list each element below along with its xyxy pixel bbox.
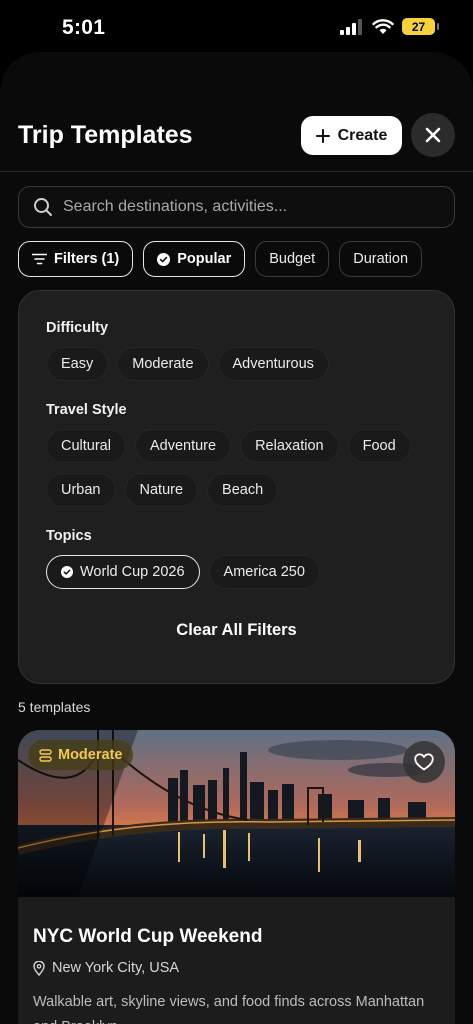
- header-divider: [0, 171, 473, 172]
- style-option-food[interactable]: Food: [347, 429, 411, 463]
- style-option-urban[interactable]: Urban: [46, 473, 116, 507]
- check-circle-icon: [61, 566, 73, 578]
- style-option-relaxation[interactable]: Relaxation: [240, 429, 339, 463]
- style-option-adventure[interactable]: Adventure: [134, 429, 232, 463]
- plus-icon: [315, 128, 330, 143]
- style-option-nature[interactable]: Nature: [124, 473, 199, 507]
- topic-option-world-cup-label: World Cup 2026: [80, 564, 185, 580]
- wifi-icon: [372, 18, 394, 34]
- card-location: New York City, USA: [33, 960, 179, 976]
- travel-style-label: Travel Style: [46, 402, 127, 418]
- card-image: Moderate: [18, 730, 455, 897]
- difficulty-label: Difficulty: [46, 320, 109, 336]
- card-description: Walkable art, skyline views, and food fi…: [33, 994, 425, 1024]
- topics-options: World Cup 2026 America 250: [46, 555, 320, 589]
- card-title: NYC World Cup Weekend: [33, 926, 263, 947]
- duration-chip[interactable]: Duration: [339, 241, 423, 277]
- topic-option-world-cup[interactable]: World Cup 2026: [46, 555, 200, 589]
- filters-chip-label: Filters (1): [54, 251, 120, 267]
- filters-chip[interactable]: Filters (1): [18, 241, 134, 277]
- location-pin-icon: [33, 960, 45, 976]
- create-button-label: Create: [337, 126, 388, 144]
- battery-indicator: 27: [402, 18, 439, 35]
- check-circle-icon: [157, 252, 171, 266]
- topic-option-america-250[interactable]: America 250: [208, 555, 320, 589]
- status-time: 5:01: [62, 16, 106, 39]
- filter-lines-icon: [32, 253, 47, 265]
- popular-chip-label: Popular: [177, 251, 232, 267]
- page-title: Trip Templates: [18, 121, 193, 149]
- popular-chip[interactable]: Popular: [143, 241, 246, 277]
- difficulty-option-adventurous[interactable]: Adventurous: [217, 347, 329, 381]
- close-button[interactable]: [411, 113, 455, 157]
- results-count: 5 templates: [18, 699, 91, 715]
- clear-all-filters-button[interactable]: Clear All Filters: [19, 621, 454, 640]
- budget-chip-label: Budget: [269, 251, 316, 267]
- difficulty-icon: [39, 748, 52, 762]
- status-icons: 27: [340, 18, 439, 35]
- template-card[interactable]: Moderate NYC World Cup Weekend New York …: [18, 730, 455, 1024]
- search-icon: [34, 198, 52, 216]
- style-option-cultural[interactable]: Cultural: [46, 429, 126, 463]
- travel-style-options-row-1: Cultural Adventure Relaxation Food: [46, 429, 411, 463]
- status-bar: 5:01 27: [0, 0, 473, 56]
- topics-label: Topics: [46, 528, 92, 544]
- duration-chip-label: Duration: [353, 251, 409, 267]
- difficulty-badge-label: Moderate: [58, 747, 123, 763]
- style-option-beach[interactable]: Beach: [207, 473, 279, 507]
- difficulty-option-moderate[interactable]: Moderate: [117, 347, 209, 381]
- close-icon: [425, 127, 441, 143]
- quick-filter-chips: Filters (1) Popular Budget Duration: [18, 241, 423, 277]
- heart-icon: [414, 753, 434, 771]
- filter-panel: Difficulty Easy Moderate Adventurous Tra…: [18, 290, 455, 684]
- search-bar[interactable]: [18, 186, 455, 228]
- search-input[interactable]: [63, 198, 423, 216]
- create-button[interactable]: Create: [301, 116, 402, 155]
- travel-style-options-row-2: Urban Nature Beach: [46, 473, 279, 507]
- difficulty-options: Easy Moderate Adventurous: [46, 347, 329, 381]
- difficulty-option-easy[interactable]: Easy: [46, 347, 109, 381]
- card-location-text: New York City, USA: [52, 960, 180, 976]
- signal-icon: [340, 18, 362, 35]
- difficulty-badge: Moderate: [28, 740, 134, 770]
- budget-chip[interactable]: Budget: [255, 241, 330, 277]
- favorite-button[interactable]: [403, 741, 445, 783]
